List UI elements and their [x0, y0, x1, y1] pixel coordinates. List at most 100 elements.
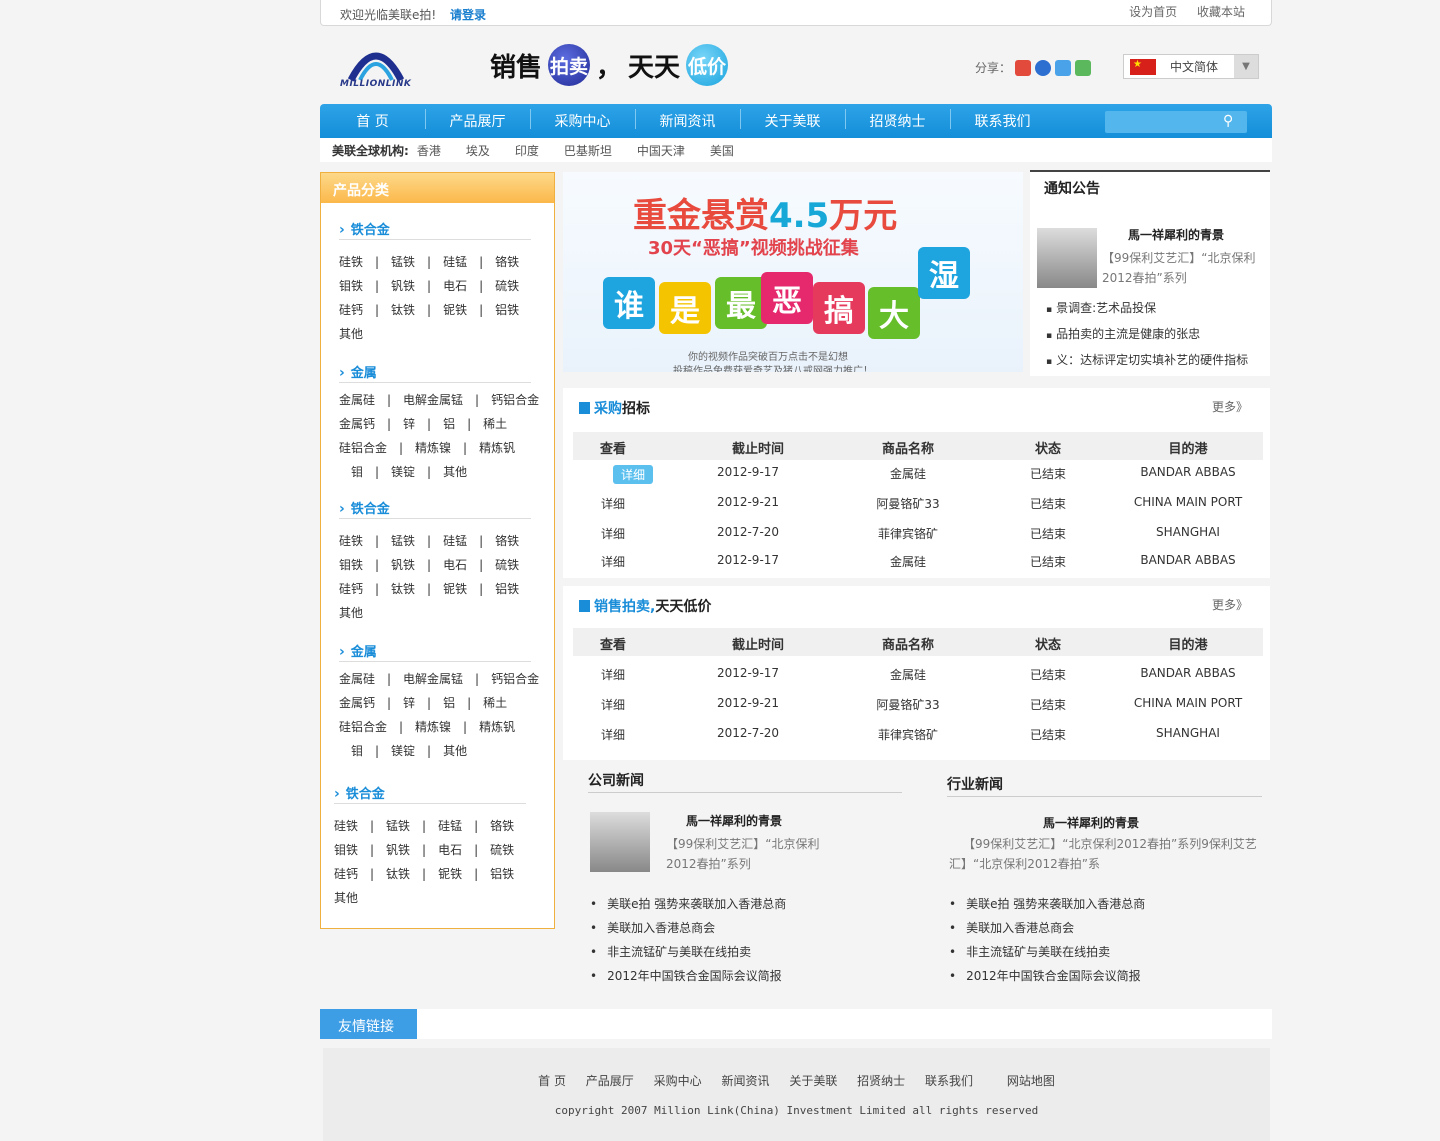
category-row[interactable]: 钼铁 | 钒铁 | 电石 | 硫铁 [339, 556, 519, 573]
banner-block: 是 [659, 282, 711, 334]
table-cell: 金属硅 [889, 467, 926, 481]
more-link[interactable]: 更多》 [1212, 398, 1248, 415]
detail-button[interactable]: 详细 [573, 696, 653, 713]
slogan-circle-lowprice: 低价 [686, 44, 729, 86]
footer-link[interactable]: 采购中心 [654, 1074, 702, 1088]
nav-news[interactable]: 新闻资讯 [635, 109, 740, 131]
notice-headline[interactable]: 馬一祥犀利的青景 [1128, 226, 1224, 243]
category-row[interactable]: 金属硅 | 电解金属锰 | 钙铝合金 [339, 670, 539, 687]
detail-button[interactable]: 详细 [573, 495, 653, 512]
category-title[interactable]: 铁合金 [339, 498, 390, 517]
news-headline[interactable]: 馬一祥犀利的青景 [1043, 814, 1139, 831]
footer-link[interactable]: 联系我们 [925, 1074, 973, 1088]
footer-link[interactable]: 新闻资讯 [721, 1074, 769, 1088]
category-row[interactable]: 金属钙 | 锌 | 铝 | 稀土 [339, 415, 507, 432]
category-row[interactable]: 硅钙 | 钛铁 | 铌铁 | 铝铁 [339, 301, 519, 318]
detail-button[interactable]: 详细 [573, 553, 653, 570]
category-title[interactable]: 金属 [339, 362, 377, 381]
col-header: 状态 [1034, 638, 1061, 653]
category-row[interactable]: 钼 | 镁锭 | 其他 [339, 463, 467, 480]
news-item[interactable]: 非主流锰矿与美联在线拍卖 [949, 940, 1145, 964]
office-link[interactable]: 美国 [710, 142, 734, 159]
news-headline[interactable]: 馬一祥犀利的青景 [686, 812, 782, 829]
bookmark-link[interactable]: 收藏本站 [1197, 5, 1245, 19]
notice-item[interactable]: 义：达标评定切实填补艺的硬件指标 [1046, 348, 1248, 374]
detail-button[interactable]: 详细 [573, 666, 653, 683]
language-select[interactable]: 中文简体 ▼ [1123, 54, 1259, 79]
banner-block: 搞 [813, 282, 865, 334]
notice-item[interactable]: 景调查:艺术品投保 [1046, 296, 1248, 322]
category-row[interactable]: 硅铝合金 | 精炼镍 | 精炼钒 [339, 439, 515, 456]
nav-jobs[interactable]: 招贤纳士 [845, 109, 950, 131]
category-row[interactable]: 硅铝合金 | 精炼镍 | 精炼钒 [339, 718, 515, 735]
qzone-share-icon[interactable] [1055, 59, 1072, 76]
news-item[interactable]: 2012年中国铁合金国际会议简报 [590, 964, 786, 988]
category-title[interactable]: 铁合金 [339, 219, 390, 238]
search-input[interactable]: ⚲ [1105, 111, 1247, 133]
table-cell: 2012-7-20 [716, 726, 780, 740]
news-item[interactable]: 美联e拍 强势来袭联加入香港总商 [949, 892, 1145, 916]
category-row[interactable]: 硅钙 | 钛铁 | 铌铁 | 铝铁 [339, 580, 519, 597]
category-row[interactable]: 钼铁 | 钒铁 | 电石 | 硫铁 [334, 841, 514, 858]
nav-about[interactable]: 关于美联 [740, 109, 845, 131]
detail-button[interactable]: 详细 [573, 525, 653, 542]
category-row[interactable]: 金属硅 | 电解金属锰 | 钙铝合金 [339, 391, 539, 408]
office-link[interactable]: 埃及 [466, 142, 490, 159]
news-item[interactable]: 非主流锰矿与美联在线拍卖 [590, 940, 786, 964]
login-link[interactable]: 请登录 [450, 6, 486, 23]
category-row[interactable]: 硅铁 | 锰铁 | 硅锰 | 铬铁 [339, 253, 519, 270]
set-home-link[interactable]: 设为首页 [1129, 5, 1177, 19]
nav-purchase[interactable]: 采购中心 [530, 109, 635, 131]
footer-link[interactable]: 招贤纳士 [857, 1074, 905, 1088]
col-header: 商品名称 [881, 638, 934, 653]
news-item[interactable]: 美联e拍 强势来袭联加入香港总商 [590, 892, 786, 916]
table-cell: BANDAR ABBAS [1140, 553, 1236, 567]
auction-panel: 销售拍卖,天天低价 更多》 查看 截止时间 商品名称 状态 目的港 详细 201… [563, 586, 1270, 760]
office-link[interactable]: 香港 [417, 142, 441, 159]
category-row[interactable]: 硅铁 | 锰铁 | 硅锰 | 铬铁 [334, 817, 514, 834]
news-item[interactable]: 美联加入香港总商会 [590, 916, 786, 940]
news-desc: 【99保利艾艺汇】“北京保利2012春拍”系列 [666, 837, 820, 871]
category-title[interactable]: 铁合金 [334, 783, 385, 802]
chevron-down-icon[interactable]: ▼ [1234, 55, 1258, 78]
table-cell: SHANGHAI [1156, 726, 1220, 740]
notice-item[interactable]: 品拍卖的主流是健康的张忠 [1046, 322, 1248, 348]
weibo-share-icon[interactable] [1015, 59, 1032, 76]
category-row[interactable]: 硅铁 | 锰铁 | 硅锰 | 铬铁 [339, 532, 519, 549]
banner-block: 恶 [761, 272, 813, 324]
more-link[interactable]: 更多》 [1212, 596, 1248, 613]
category-row[interactable]: 其他 [339, 604, 363, 621]
more-share-icon[interactable] [1075, 59, 1092, 76]
nav-contact[interactable]: 联系我们 [950, 109, 1055, 131]
promo-banner[interactable]: 重金悬赏4.5万元 30天“恶搞”视频挑战征集 谁 是 最 恶 搞 大 湿 你的… [563, 172, 1023, 372]
detail-button[interactable]: 详细 [613, 465, 653, 484]
detail-button[interactable]: 详细 [573, 726, 653, 743]
nav-products[interactable]: 产品展厅 [425, 109, 530, 131]
notice-thumbnail[interactable] [1037, 228, 1097, 288]
industry-news: 行业新闻 馬一祥犀利的青景 【99保利艾艺汇】“北京保利2012春拍”系列9保利… [947, 774, 1262, 994]
category-row[interactable]: 其他 [339, 325, 363, 342]
news-item[interactable]: 2012年中国铁合金国际会议简报 [949, 964, 1145, 988]
nav-home[interactable]: 首 页 [320, 111, 425, 131]
category-row[interactable]: 硅钙 | 钛铁 | 铌铁 | 铝铁 [334, 865, 514, 882]
category-row[interactable]: 金属钙 | 锌 | 铝 | 稀土 [339, 694, 507, 711]
category-row[interactable]: 钼铁 | 钒铁 | 电石 | 硫铁 [339, 277, 519, 294]
footer-link[interactable]: 网站地图 [1007, 1074, 1055, 1088]
footer-link[interactable]: 关于美联 [789, 1074, 837, 1088]
footer-link[interactable]: 产品展厅 [586, 1074, 634, 1088]
search-icon[interactable]: ⚲ [1223, 113, 1241, 131]
category-row[interactable]: 钼 | 镁锭 | 其他 [339, 742, 467, 759]
category-title[interactable]: 金属 [339, 641, 377, 660]
news-item[interactable]: 美联加入香港总商会 [949, 916, 1145, 940]
office-link[interactable]: 巴基斯坦 [564, 142, 612, 159]
logo[interactable]: MILLIONLINK [340, 42, 412, 92]
office-link[interactable]: 中国天津 [637, 142, 685, 159]
category-row[interactable]: 其他 [334, 889, 358, 906]
footer-link[interactable]: 首 页 [538, 1074, 566, 1088]
friend-links-tab[interactable]: 友情链接 [320, 1009, 417, 1039]
col-header: 截止时间 [731, 442, 784, 457]
banner-headline-num: 4.5 [769, 196, 830, 236]
renren-share-icon[interactable] [1035, 59, 1052, 76]
news-thumbnail[interactable] [590, 812, 650, 872]
office-link[interactable]: 印度 [515, 142, 539, 159]
